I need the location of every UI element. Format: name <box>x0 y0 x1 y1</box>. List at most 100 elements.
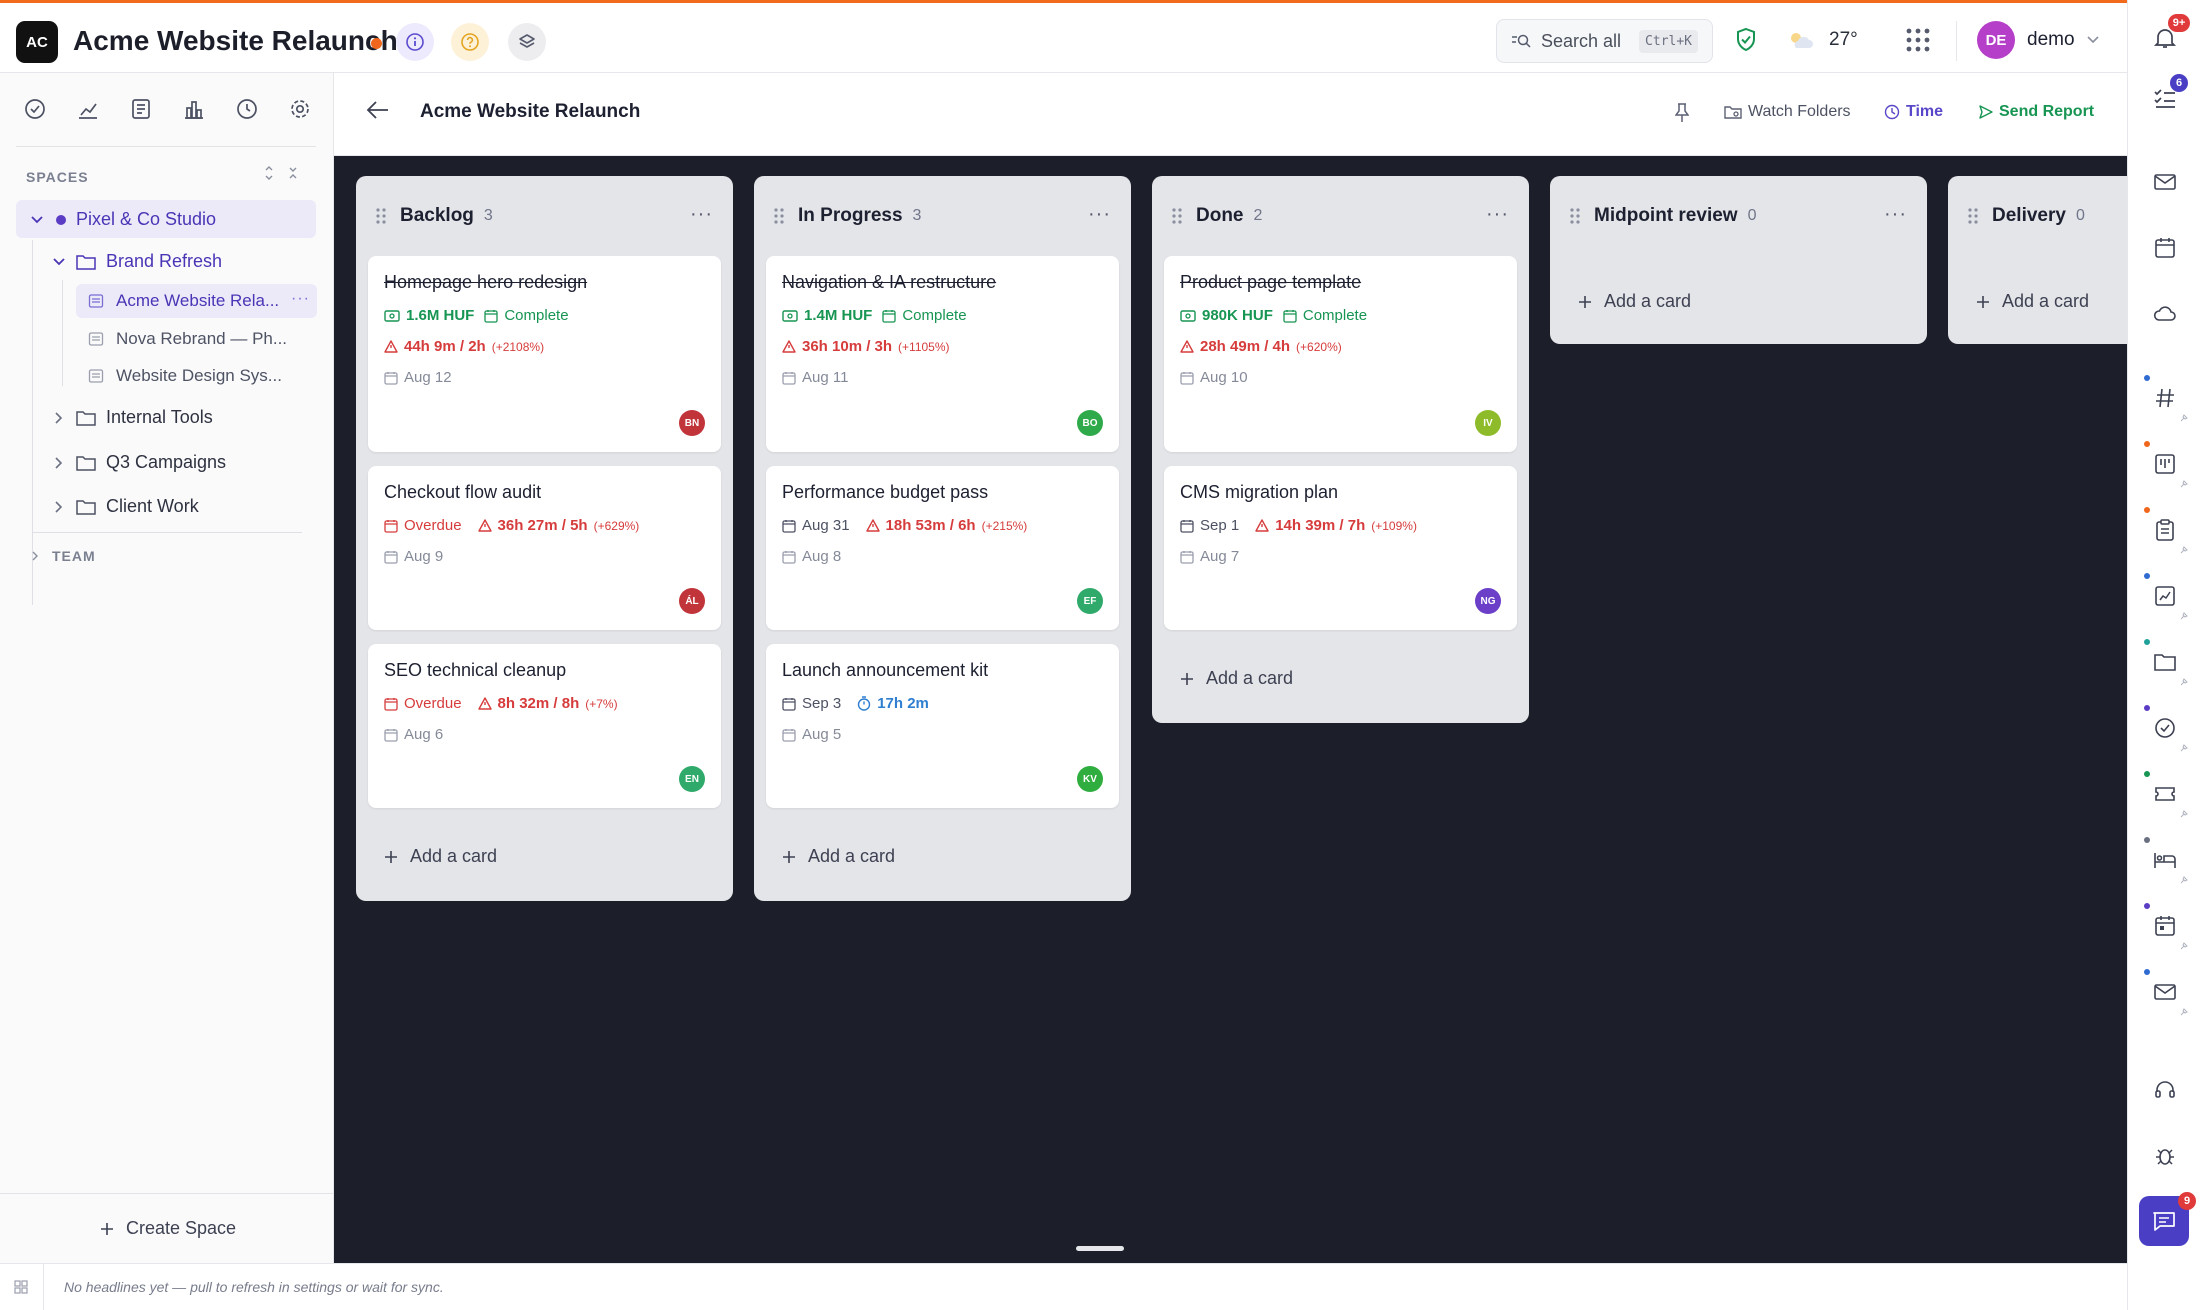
tasks-check-icon[interactable] <box>24 98 46 120</box>
task-card[interactable]: CMS migration plan Sep 1 14h 39m / 7h (+… <box>1164 466 1517 630</box>
task-card[interactable]: Checkout flow audit Overdue 36h 27m / 5h… <box>368 466 721 630</box>
add-card-button[interactable]: Add a card <box>1180 668 1293 689</box>
add-card-button[interactable]: Add a card <box>782 846 895 867</box>
tickets-button[interactable] <box>2153 782 2177 806</box>
pin-icon[interactable] <box>2179 1007 2189 1017</box>
analytics-icon[interactable] <box>77 98 99 120</box>
bar-chart-icon[interactable] <box>183 98 205 120</box>
due-value: Aug 31 <box>802 517 850 534</box>
pin-icon[interactable] <box>2179 413 2189 423</box>
weather-widget[interactable]: 27° <box>1787 29 1858 51</box>
drag-handle-icon[interactable] <box>1968 207 1978 225</box>
watch-folders-button[interactable]: Watch Folders <box>1724 103 1851 121</box>
assignee-avatar[interactable]: NG <box>1475 588 1501 614</box>
debug-button[interactable] <box>2153 1144 2177 1168</box>
drag-handle-icon[interactable] <box>376 207 386 225</box>
clock-icon[interactable] <box>236 98 258 120</box>
warning-icon <box>1255 519 1269 532</box>
pin-icon[interactable] <box>2179 479 2189 489</box>
pin-icon[interactable] <box>2179 677 2189 687</box>
clipboard-button[interactable] <box>2153 518 2177 542</box>
apps-grid-button[interactable] <box>1905 27 1931 53</box>
unsaved-indicator <box>371 38 382 49</box>
assignee-avatar[interactable]: IV <box>1475 410 1501 436</box>
assignee-avatar[interactable]: BO <box>1077 410 1103 436</box>
pin-icon[interactable] <box>2179 875 2189 885</box>
back-button[interactable] <box>366 100 390 120</box>
calendar-icon <box>782 371 796 385</box>
drag-handle-icon[interactable] <box>774 207 784 225</box>
column-menu-button[interactable]: ··· <box>1088 203 1111 226</box>
cloud-button[interactable] <box>2153 301 2177 325</box>
pin-icon[interactable] <box>2179 545 2189 555</box>
column-menu-button[interactable]: ··· <box>690 203 713 226</box>
time-button[interactable]: Time <box>1884 103 1943 121</box>
reports-button[interactable] <box>2153 584 2177 608</box>
pin-icon[interactable] <box>2179 941 2189 951</box>
team-section-toggle[interactable]: TEAM <box>30 548 96 564</box>
task-card[interactable]: Product page template 980K HUF Complete … <box>1164 256 1517 452</box>
task-card[interactable]: Launch announcement kit Sep 3 17h 2m Aug… <box>766 644 1119 808</box>
info-button[interactable] <box>396 23 434 61</box>
ticker-grid-icon[interactable] <box>14 1280 28 1294</box>
add-card-button[interactable]: Add a card <box>1976 291 2089 312</box>
notes-icon[interactable] <box>130 98 152 120</box>
pin-icon[interactable] <box>2179 809 2189 819</box>
workspace-logo[interactable]: AC <box>16 21 58 63</box>
inbox-button[interactable] <box>2153 980 2177 1004</box>
board-item-nova[interactable]: Nova Rebrand — Ph... <box>88 329 287 349</box>
folder-item-brand-refresh[interactable]: Brand Refresh <box>52 251 222 272</box>
schedule-button[interactable] <box>2153 914 2177 938</box>
horizontal-scroll-handle[interactable] <box>1076 1246 1124 1251</box>
layers-button[interactable] <box>508 23 546 61</box>
board-more-button[interactable]: ··· <box>291 290 310 308</box>
card-meta-row: Overdue 36h 27m / 5h (+629%) <box>384 517 705 534</box>
column-menu-button[interactable]: ··· <box>1486 203 1509 226</box>
assignee-avatar[interactable]: BN <box>679 410 705 436</box>
add-card-button[interactable]: Add a card <box>1578 291 1691 312</box>
support-button[interactable] <box>2153 1078 2177 1102</box>
bookings-button[interactable] <box>2153 848 2177 872</box>
hashtag-button[interactable] <box>2153 386 2177 410</box>
drag-handle-icon[interactable] <box>1570 207 1580 225</box>
folder-item-client-work[interactable]: Client Work <box>52 496 199 517</box>
global-search[interactable]: Search all Ctrl+K <box>1496 19 1713 63</box>
task-card[interactable]: SEO technical cleanup Overdue 8h 32m / 8… <box>368 644 721 808</box>
calendar-button[interactable] <box>2153 236 2177 260</box>
space-item-pixel-co[interactable]: Pixel & Co Studio <box>30 209 216 230</box>
pin-icon[interactable] <box>2179 611 2189 621</box>
task-card[interactable]: Navigation & IA restructure 1.4M HUF Com… <box>766 256 1119 452</box>
task-card[interactable]: Homepage hero redesign 1.6M HUF Complete… <box>368 256 721 452</box>
assignee-avatar[interactable]: EF <box>1077 588 1103 614</box>
task-card[interactable]: Performance budget pass Aug 31 18h 53m /… <box>766 466 1119 630</box>
card-meta-row: 1.6M HUF Complete <box>384 307 705 324</box>
board-item-acme[interactable]: Acme Website Rela... <box>88 291 279 311</box>
assignee-avatar[interactable]: ÁL <box>679 588 705 614</box>
help-button[interactable] <box>451 23 489 61</box>
pin-button[interactable] <box>1675 103 1689 123</box>
news-ticker: No headlines yet — pull to refresh in se… <box>0 1263 2127 1310</box>
spaces-collapse-controls[interactable] <box>264 165 298 181</box>
date-badge: Aug 8 <box>782 548 841 565</box>
kanban-button[interactable] <box>2153 452 2177 476</box>
approvals-button[interactable] <box>2153 716 2177 740</box>
assignee-avatar[interactable]: KV <box>1077 766 1103 792</box>
board-icon <box>88 332 104 346</box>
assignee-avatar[interactable]: EN <box>679 766 705 792</box>
folders-button[interactable] <box>2153 650 2177 674</box>
board-item-website-design[interactable]: Website Design Sys... <box>88 366 282 386</box>
user-menu[interactable]: DE demo <box>1977 21 2099 59</box>
folder-item-internal-tools[interactable]: Internal Tools <box>52 407 213 428</box>
create-space-button[interactable]: Create Space <box>100 1218 236 1239</box>
folder-item-q3-campaigns[interactable]: Q3 Campaigns <box>52 452 226 473</box>
add-card-button[interactable]: Add a card <box>384 846 497 867</box>
status-dot <box>2144 639 2150 645</box>
column-menu-button[interactable]: ··· <box>1884 203 1907 226</box>
add-card-label: Add a card <box>1206 668 1294 688</box>
mail-button[interactable] <box>2153 170 2177 194</box>
settings-gear-icon[interactable] <box>289 98 311 120</box>
drag-handle-icon[interactable] <box>1172 207 1182 225</box>
pin-icon[interactable] <box>2179 743 2189 753</box>
security-shield-button[interactable] <box>1734 27 1758 53</box>
send-report-button[interactable]: Send Report <box>1979 103 2094 121</box>
